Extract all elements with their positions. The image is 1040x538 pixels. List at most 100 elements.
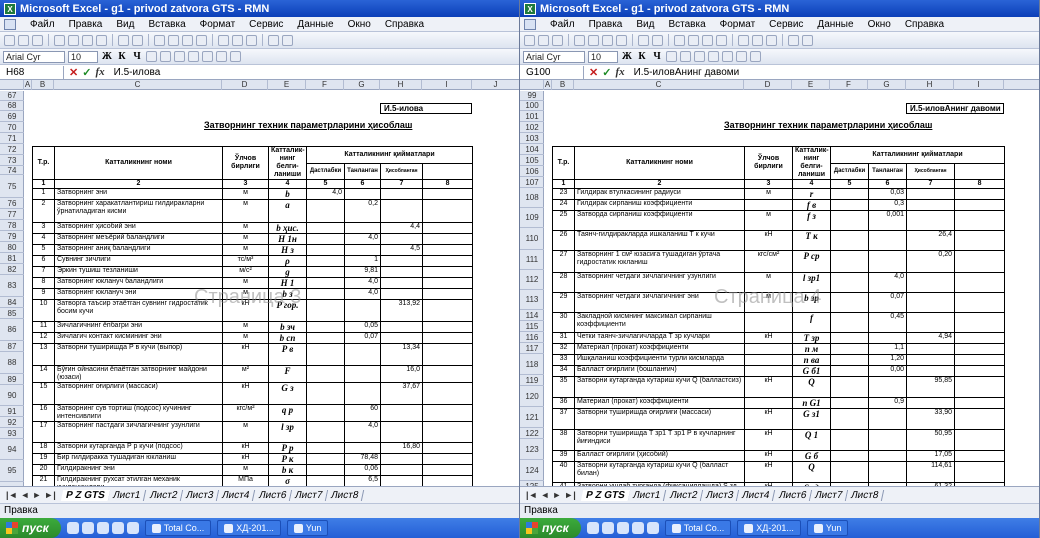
parameter-name[interactable]: Материал (прокат) коэффициенти bbox=[574, 343, 745, 355]
percent-icon[interactable] bbox=[750, 51, 761, 62]
row-header[interactable]: 83 bbox=[0, 275, 24, 297]
parameter-name[interactable]: Затворнинг ҳисобий эни bbox=[54, 222, 223, 234]
value-extra[interactable] bbox=[421, 464, 474, 476]
last-sheet-icon[interactable]: ►| bbox=[44, 490, 55, 500]
row-number[interactable]: 18 bbox=[32, 442, 55, 454]
row-number[interactable]: 11 bbox=[32, 321, 55, 333]
menu-item[interactable]: Вставка bbox=[668, 19, 705, 30]
open-icon[interactable] bbox=[18, 34, 29, 46]
value-calculated[interactable] bbox=[906, 272, 955, 293]
sheet-tab[interactable]: Лист7 bbox=[809, 489, 849, 501]
percent-icon[interactable] bbox=[230, 51, 241, 62]
unit[interactable] bbox=[744, 199, 793, 211]
value-calculated[interactable]: 4,94 bbox=[906, 332, 955, 344]
row-number[interactable]: 25 bbox=[552, 210, 575, 231]
parameter-name[interactable]: Четки таянч-зичлагичларда T зр кучлари bbox=[574, 332, 745, 344]
currency-icon[interactable] bbox=[736, 51, 747, 62]
symbol[interactable]: q р bbox=[268, 404, 307, 422]
value-extra[interactable] bbox=[953, 376, 1006, 398]
indent-icon[interactable] bbox=[202, 51, 213, 62]
value-extra[interactable] bbox=[421, 421, 474, 443]
taskbar-button[interactable]: ХД-201... bbox=[737, 520, 801, 536]
value-initial[interactable] bbox=[306, 332, 345, 344]
menu-item[interactable]: Данные bbox=[297, 19, 333, 30]
parameter-name[interactable]: Затворнинг харакатлантириш гилдиракларни… bbox=[54, 199, 223, 223]
column-header[interactable]: C bbox=[54, 80, 222, 90]
name-box[interactable]: G100 bbox=[520, 65, 584, 79]
value-extra[interactable] bbox=[421, 266, 474, 278]
value-extra[interactable] bbox=[421, 277, 474, 289]
value-calculated[interactable]: 16,0 bbox=[380, 365, 423, 383]
unit[interactable]: м bbox=[222, 244, 269, 256]
value-calculated[interactable] bbox=[906, 354, 955, 366]
parameter-name[interactable]: Затворнинг эни bbox=[54, 188, 223, 200]
value-calculated[interactable] bbox=[906, 199, 955, 211]
symbol[interactable]: H 1 bbox=[268, 277, 307, 289]
desktop-icon[interactable] bbox=[586, 522, 599, 534]
column-header[interactable]: D bbox=[222, 80, 268, 90]
row-header[interactable]: 108 bbox=[520, 188, 544, 208]
row-number[interactable]: 10 bbox=[32, 299, 55, 322]
symbol[interactable]: Q bbox=[792, 461, 831, 483]
menu-item[interactable]: Вид bbox=[116, 19, 134, 30]
value-calculated[interactable] bbox=[380, 288, 423, 300]
value-calculated[interactable] bbox=[380, 404, 423, 422]
value-calculated[interactable]: 37,67 bbox=[380, 382, 423, 405]
value-calculated[interactable] bbox=[380, 321, 423, 333]
value-initial[interactable] bbox=[306, 288, 345, 300]
cut-icon[interactable] bbox=[154, 34, 165, 46]
value-extra[interactable] bbox=[953, 397, 1006, 409]
symbol[interactable]: G б bbox=[792, 450, 831, 462]
prev-sheet-icon[interactable]: ◄ bbox=[20, 490, 29, 500]
row-header[interactable]: 102 bbox=[520, 122, 544, 133]
parameter-name[interactable]: Затворни туширишда P в кучи (выпор) bbox=[54, 343, 223, 366]
symbol[interactable]: b зч bbox=[268, 321, 307, 333]
preview-icon[interactable] bbox=[616, 34, 627, 46]
start-button[interactable]: пуск bbox=[520, 518, 581, 538]
sheet-tab[interactable]: Лист1 bbox=[108, 489, 147, 501]
value-calculated[interactable] bbox=[906, 343, 955, 355]
email-icon[interactable] bbox=[68, 34, 79, 46]
value-selected[interactable] bbox=[344, 442, 381, 454]
unit[interactable]: м bbox=[222, 233, 269, 245]
column-header[interactable]: G bbox=[868, 80, 906, 90]
value-calculated[interactable] bbox=[380, 233, 423, 245]
unit[interactable]: кН bbox=[744, 376, 793, 398]
sheet-tab[interactable]: Лист3 bbox=[700, 489, 740, 501]
symbol[interactable]: F bbox=[268, 365, 307, 383]
symbol[interactable]: b ҳис. bbox=[268, 222, 307, 234]
value-initial[interactable] bbox=[830, 450, 869, 462]
value-extra[interactable] bbox=[421, 453, 474, 465]
row-header[interactable]: 122 bbox=[520, 428, 544, 439]
symbol[interactable]: P гор. bbox=[268, 299, 307, 322]
value-selected[interactable]: 0,3 bbox=[868, 199, 907, 211]
value-selected[interactable] bbox=[868, 376, 907, 398]
bold-button[interactable]: Ж bbox=[621, 51, 633, 63]
unit[interactable]: кН bbox=[744, 408, 793, 430]
sheet-side-label[interactable]: И.5-иловАнинг давоми bbox=[906, 103, 1004, 114]
value-calculated[interactable] bbox=[906, 292, 955, 313]
row-header[interactable]: 107 bbox=[520, 177, 544, 188]
value-initial[interactable] bbox=[830, 292, 869, 313]
menu-item[interactable]: Справка bbox=[905, 19, 944, 30]
parameter-name[interactable]: Материал (прокат) коэффициенти bbox=[574, 397, 745, 409]
align-right-icon[interactable] bbox=[694, 51, 705, 62]
value-initial[interactable] bbox=[306, 299, 345, 322]
value-initial[interactable] bbox=[830, 429, 869, 451]
enter-icon[interactable]: ✓ bbox=[82, 66, 91, 79]
parameter-name[interactable]: Гилдиракнинг рухсат этилган механик кучл… bbox=[54, 475, 223, 486]
unit[interactable]: кН bbox=[744, 450, 793, 462]
value-selected[interactable]: 1 bbox=[344, 255, 381, 267]
parameter-name[interactable]: Затворни туширишда T зр1 T зр1 P в кучла… bbox=[574, 429, 745, 451]
parameter-name[interactable]: Затворнинг четдаги зичлагичнинг эни bbox=[574, 292, 745, 313]
email-icon[interactable] bbox=[588, 34, 599, 46]
row-header[interactable]: 94 bbox=[0, 439, 24, 460]
function-icon[interactable]: fx bbox=[95, 66, 104, 79]
media-icon[interactable] bbox=[81, 522, 94, 534]
font-name-select[interactable]: Arial Cyr bbox=[523, 50, 585, 63]
row-number[interactable]: 1 bbox=[32, 188, 55, 200]
menu-item[interactable]: Окно bbox=[348, 19, 371, 30]
row-header[interactable]: 103 bbox=[520, 133, 544, 144]
row-number[interactable]: 15 bbox=[32, 382, 55, 405]
unit[interactable]: тс/м³ bbox=[222, 255, 269, 267]
